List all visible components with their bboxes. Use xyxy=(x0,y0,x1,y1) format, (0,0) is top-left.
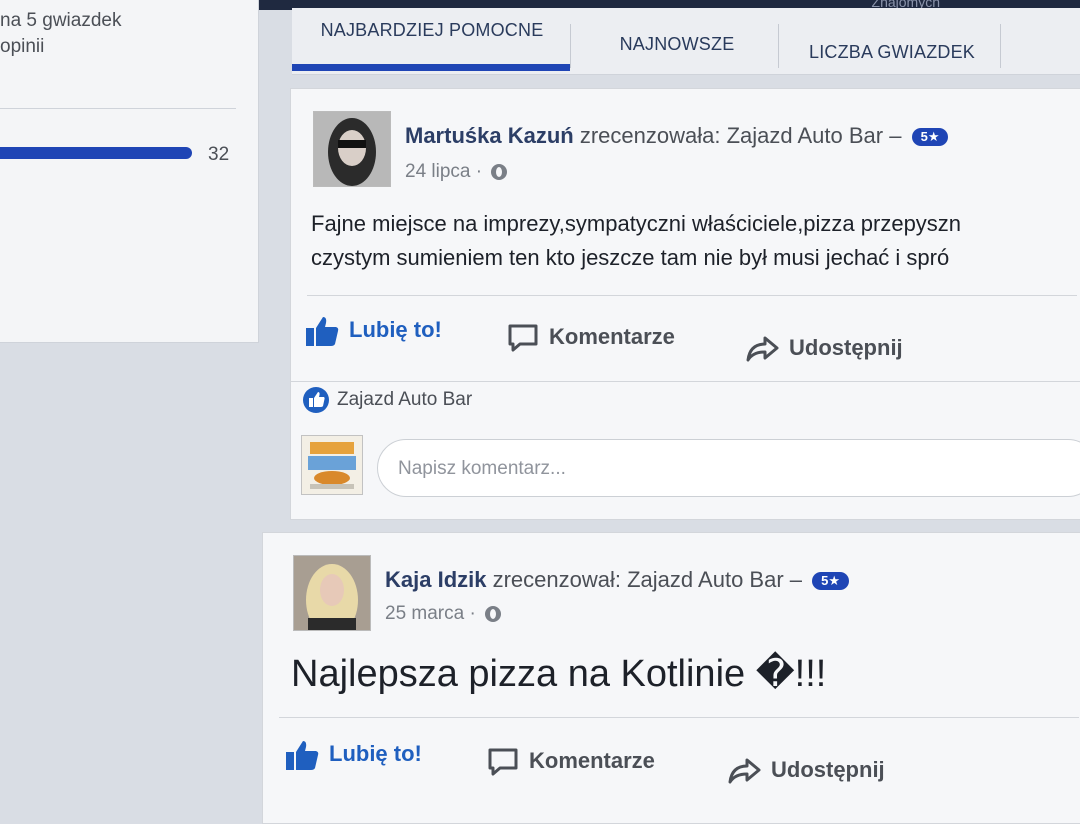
reviewer-name[interactable]: Kaja Idzik xyxy=(385,567,486,592)
rating-bar xyxy=(0,147,192,159)
rating-summary-line: na 5 gwiazdek xyxy=(0,10,122,31)
review-text: Najlepsza pizza na Kotlinie �!!! xyxy=(291,653,827,695)
comment-icon xyxy=(508,324,538,352)
thumbs-up-icon xyxy=(286,741,319,770)
tab-separator xyxy=(570,24,571,68)
share-label: Udostępnij xyxy=(789,335,903,360)
share-button[interactable]: Udostępnij xyxy=(727,757,885,785)
comment-input[interactable]: Napisz komentarz... xyxy=(377,439,1080,497)
rating-badge: 5★ xyxy=(812,572,850,591)
review-action-text: zrecenzował: Zajazd Auto Bar – xyxy=(492,567,802,592)
comment-icon xyxy=(488,748,518,776)
date-text[interactable]: 24 lipca · xyxy=(405,161,482,182)
share-icon xyxy=(746,336,779,362)
share-button[interactable]: Udostępnij xyxy=(745,335,903,363)
rating-summary-sub: opinii xyxy=(0,36,45,57)
review-date: 24 lipca · xyxy=(405,161,508,183)
comment-button[interactable]: Komentarze xyxy=(507,323,675,353)
tab-star-count[interactable]: LICZBA GWIAZDEK xyxy=(792,42,992,63)
review-text-line-2: czystym sumieniem ten kto jeszcze tam ni… xyxy=(311,245,950,270)
thumbs-up-icon xyxy=(306,317,339,346)
globe-icon xyxy=(491,163,508,180)
reviewer-line: Martuśka Kazuń zrecenzowała: Zajazd Auto… xyxy=(405,123,949,149)
date-text[interactable]: 25 marca · xyxy=(385,603,476,624)
like-label: Lubię to! xyxy=(349,316,442,342)
like-label: Lubię to! xyxy=(329,740,422,766)
tab-most-helpful[interactable]: NAJBARDZIEJ POMOCNE xyxy=(314,20,550,41)
reviewer-name[interactable]: Martuśka Kazuń xyxy=(405,123,574,148)
like-button[interactable]: Lubię to! xyxy=(305,315,442,347)
rating-badge: 5★ xyxy=(911,128,949,147)
review-action-text: zrecenzowała: Zajazd Auto Bar – xyxy=(579,123,902,148)
divider xyxy=(0,108,236,109)
review-card: Martuśka Kazuń zrecenzowała: Zajazd Auto… xyxy=(290,88,1080,520)
review-card: Kaja Idzik zrecenzował: Zajazd Auto Bar … xyxy=(262,532,1080,824)
comment-button[interactable]: Komentarze xyxy=(487,747,655,777)
globe-icon xyxy=(485,605,502,622)
tab-separator xyxy=(1000,24,1001,68)
liked-by-row: Zajazd Auto Bar xyxy=(303,387,472,413)
rating-summary-card: na 5 gwiazdek opinii 32 xyxy=(0,0,259,343)
share-label: Udostępnij xyxy=(771,757,885,782)
review-date: 25 marca · xyxy=(385,603,502,625)
active-tab-indicator xyxy=(292,64,570,71)
review-text-line-1: Fajne miejsce na imprezy,sympatyczni wła… xyxy=(311,211,962,236)
rating-count: 32 xyxy=(208,144,230,165)
avatar[interactable] xyxy=(313,111,391,187)
review-sort-tabs: NAJBARDZIEJ POMOCNE NAJNOWSZE LICZBA GWI… xyxy=(292,8,1080,75)
liked-by-name[interactable]: Zajazd Auto Bar xyxy=(337,389,472,410)
reviewer-line: Kaja Idzik zrecenzował: Zajazd Auto Bar … xyxy=(385,567,850,593)
divider xyxy=(279,717,1079,718)
divider xyxy=(291,381,1080,382)
comment-label: Komentarze xyxy=(549,323,675,349)
tab-separator xyxy=(778,24,779,68)
comment-label: Komentarze xyxy=(529,747,655,773)
share-icon xyxy=(728,758,761,784)
like-circle-icon xyxy=(303,387,329,413)
tab-newest[interactable]: NAJNOWSZE xyxy=(592,34,762,55)
divider xyxy=(307,295,1077,296)
avatar[interactable] xyxy=(293,555,371,631)
like-button[interactable]: Lubię to! xyxy=(285,739,422,771)
page-avatar xyxy=(301,435,363,495)
